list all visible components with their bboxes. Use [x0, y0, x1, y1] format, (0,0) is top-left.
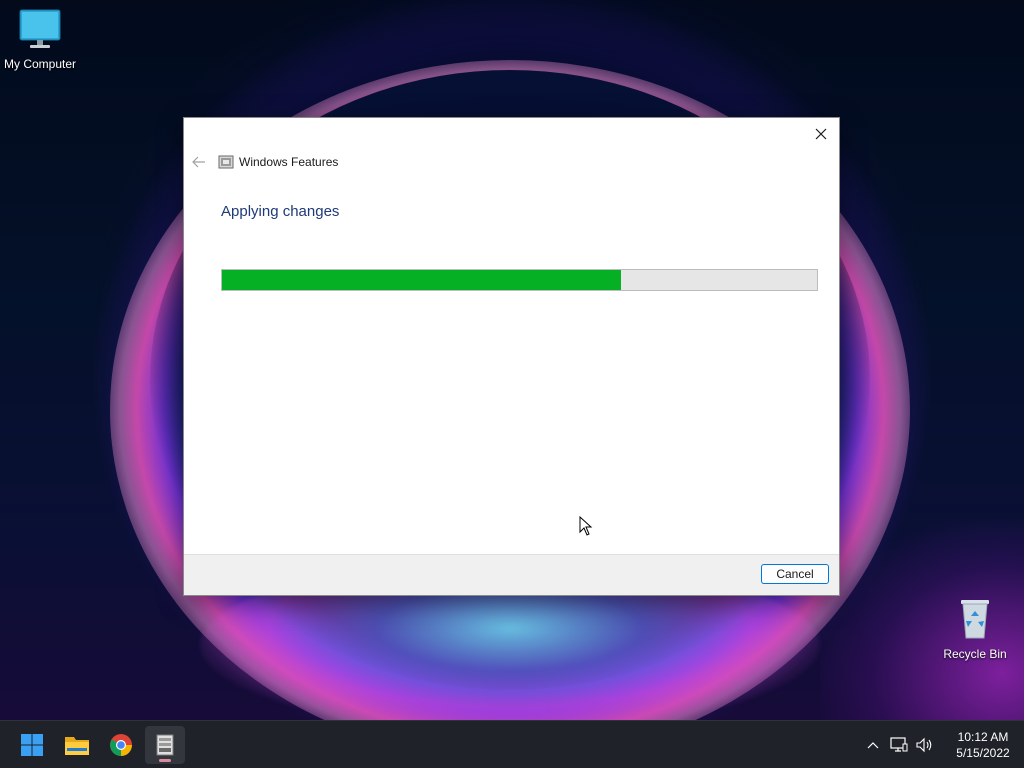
file-explorer-icon: [65, 737, 89, 755]
network-icon: [890, 737, 908, 752]
windows-features-icon: [156, 734, 174, 756]
progress-bar: [221, 269, 818, 291]
back-button[interactable]: [190, 153, 208, 171]
close-button[interactable]: [809, 122, 833, 146]
arrow-left-icon: [192, 156, 205, 168]
desktop-icon-label: Recycle Bin: [943, 647, 1007, 661]
clock-date: 5/15/2022: [956, 746, 1010, 760]
system-tray: 10:12 AM 5/15/2022: [860, 721, 1024, 768]
show-hidden-icons-button[interactable]: [861, 733, 885, 757]
clock-time: 10:12 AM: [957, 730, 1009, 744]
recycle-bin-icon: [961, 600, 989, 639]
cancel-button[interactable]: Cancel: [761, 564, 829, 584]
taskbar-windows-features[interactable]: [145, 726, 185, 764]
volume-button[interactable]: [913, 733, 937, 757]
active-indicator: [159, 759, 171, 762]
windows-features-icon: [218, 155, 234, 169]
monitor-icon: [19, 9, 61, 48]
taskbar: 10:12 AM 5/15/2022: [0, 720, 1024, 768]
chevron-up-icon: [867, 742, 879, 749]
progress-bar-fill: [222, 270, 621, 290]
taskbar-file-explorer[interactable]: [57, 726, 97, 764]
desktop-icon-my-computer[interactable]: My Computer: [0, 8, 80, 71]
close-icon: [815, 128, 827, 140]
dialog-titlebar: Windows Features: [190, 152, 338, 172]
dialog-title: Windows Features: [239, 155, 339, 169]
taskbar-chrome[interactable]: [101, 726, 141, 764]
chrome-icon: [110, 734, 132, 756]
windows-features-dialog: Windows Features Applying changes Cancel: [183, 117, 840, 596]
volume-icon: [916, 737, 932, 753]
start-button[interactable]: [12, 726, 52, 764]
status-heading: Applying changes: [221, 203, 340, 220]
taskbar-clock[interactable]: 10:12 AM 5/15/2022: [948, 729, 1018, 761]
mouse-cursor-icon: [579, 516, 593, 536]
windows-start-icon: [21, 734, 43, 756]
network-button[interactable]: [887, 733, 911, 757]
desktop-icon-label: My Computer: [3, 57, 77, 71]
desktop-icon-recycle-bin[interactable]: Recycle Bin: [935, 596, 1015, 661]
dialog-footer: Cancel: [184, 554, 839, 595]
